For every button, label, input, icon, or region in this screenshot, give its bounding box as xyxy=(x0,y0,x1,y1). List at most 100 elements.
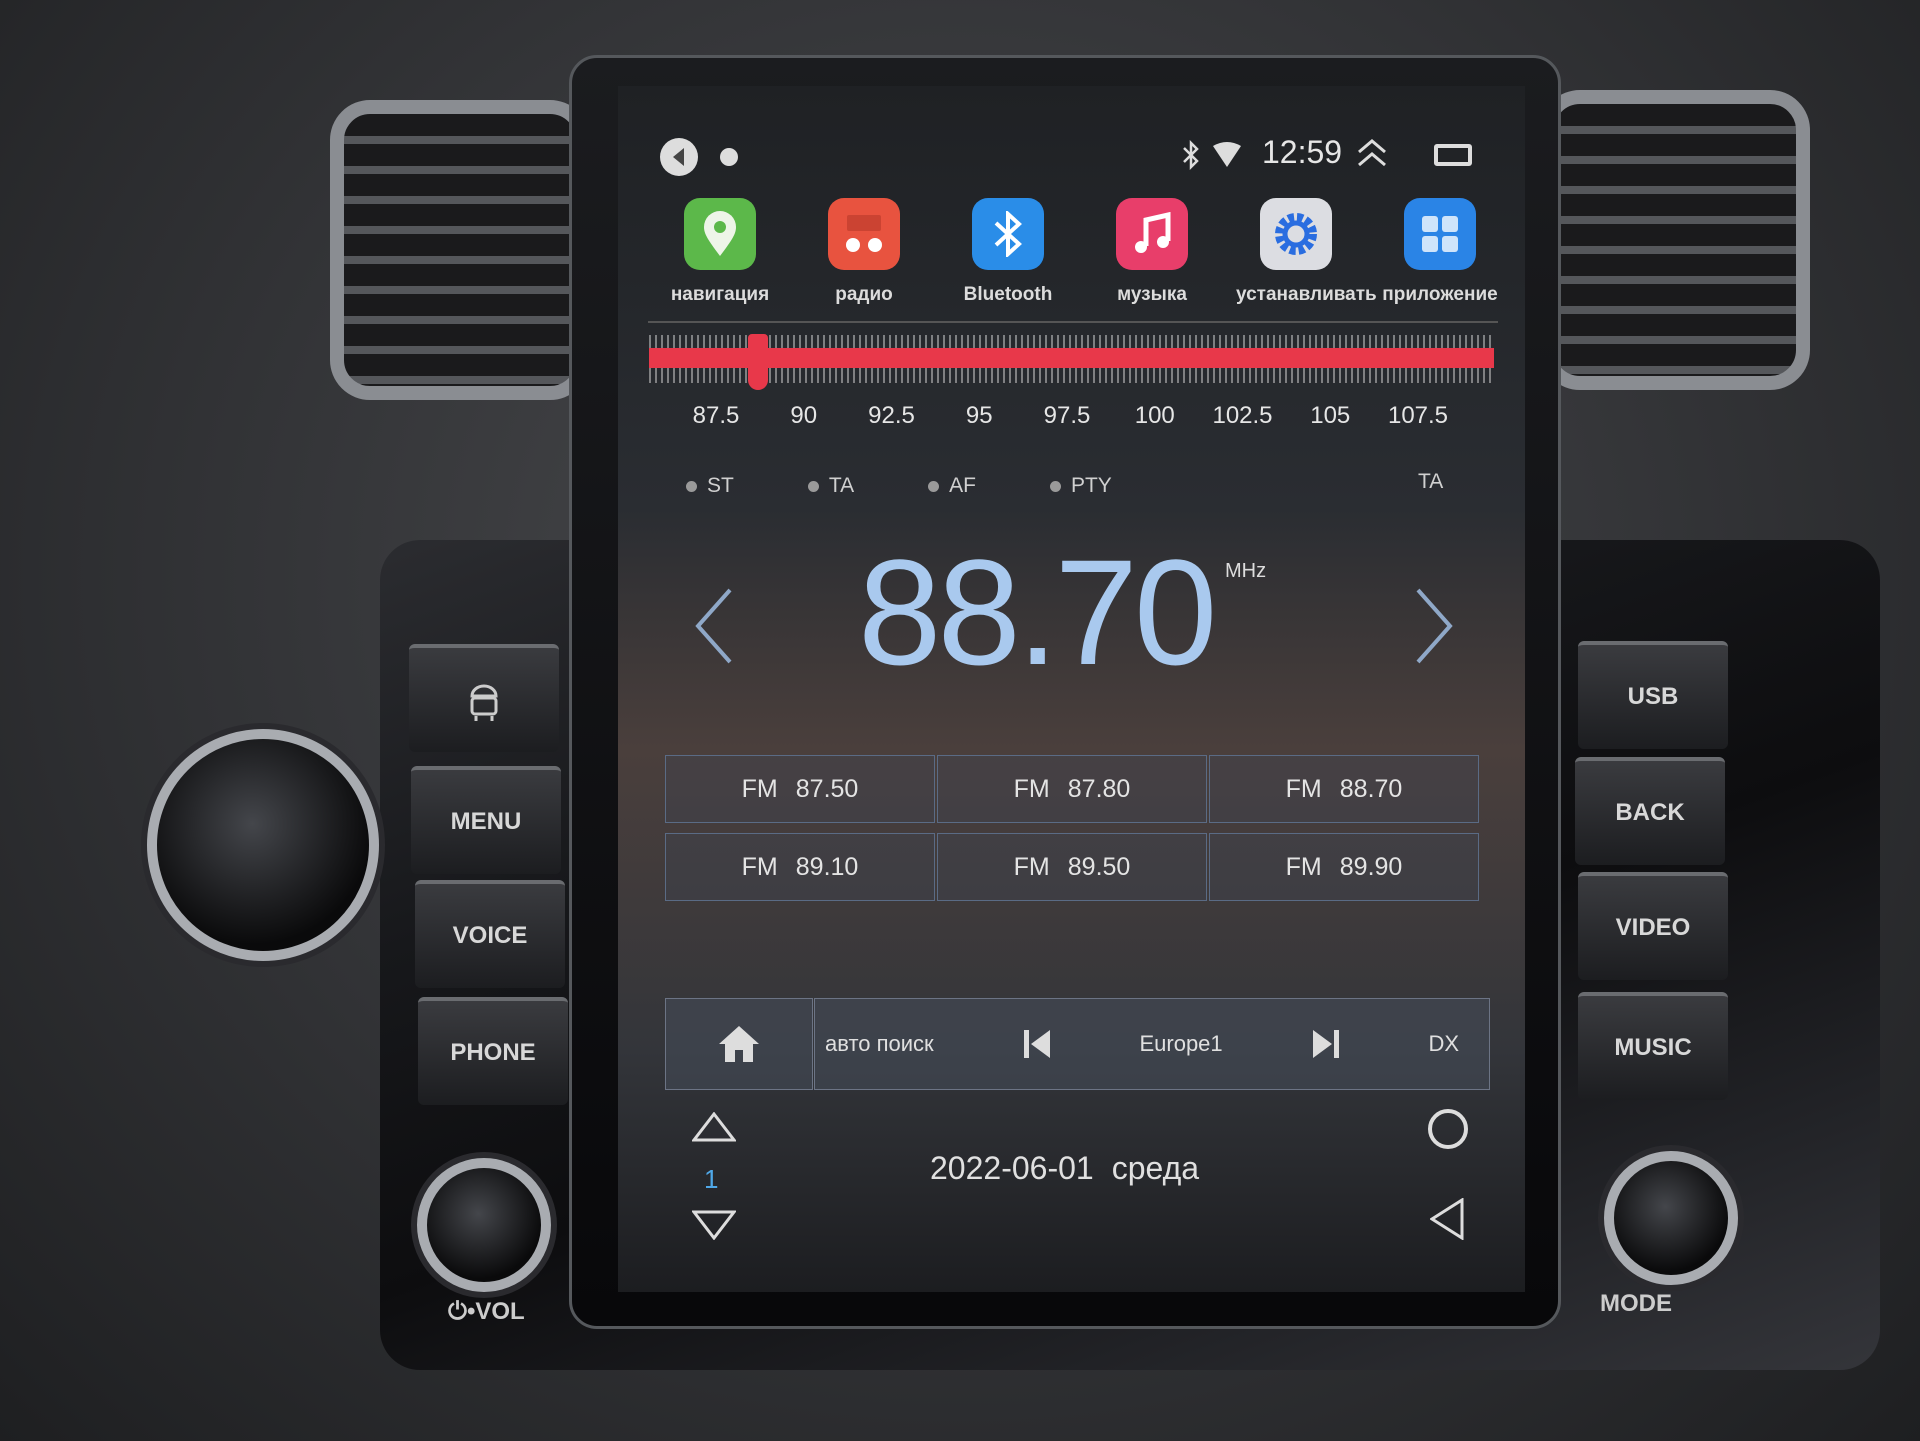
indicator-pty: PTY xyxy=(1049,474,1112,498)
tuner-handle[interactable] xyxy=(748,334,769,390)
skip-previous-icon[interactable] xyxy=(1022,1028,1052,1060)
preset-band: FM xyxy=(741,774,778,803)
music-label: MUSIC xyxy=(1614,1034,1692,1061)
preset-band: FM xyxy=(1013,774,1050,803)
mode-knob[interactable] xyxy=(1604,1151,1738,1285)
indicator-dot xyxy=(807,480,819,492)
page-down-icon[interactable] xyxy=(692,1210,736,1240)
wifi-icon xyxy=(1212,142,1242,168)
back-label: BACK xyxy=(1615,799,1685,826)
volume-knob[interactable] xyxy=(417,1158,551,1292)
control-bar: авто поиск Europe1 DX xyxy=(814,998,1490,1090)
bluetooth-icon xyxy=(972,198,1044,270)
app-row: навигация радио Bluetooth музыка устанавлива… xyxy=(660,198,1500,306)
app-label: Bluetooth xyxy=(963,284,1053,305)
indicator-label: PTY xyxy=(1070,474,1112,497)
date-display: 2022-06-01 среда xyxy=(930,1150,1199,1187)
indicator-dot xyxy=(686,480,697,492)
app-label: навигация xyxy=(670,284,770,305)
preset-band: FM xyxy=(741,852,778,881)
preset-button[interactable]: FM 89.10 xyxy=(665,833,935,901)
frequency-display: 88.70 xyxy=(858,528,1217,696)
indicator-dot xyxy=(928,480,940,492)
home-button[interactable] xyxy=(665,998,813,1090)
tuner-tick-label: 87.5 xyxy=(692,402,740,429)
dx-button[interactable]: DX xyxy=(1428,1031,1459,1057)
phone-label: PHONE xyxy=(450,1039,536,1066)
app-gear[interactable]: устанавливать xyxy=(1236,198,1377,306)
rds-indicators: ST TA AF PTY xyxy=(686,474,1112,498)
music-note-icon xyxy=(1116,198,1188,270)
preset-button[interactable]: FM 88.70 xyxy=(1209,755,1479,823)
frequency-unit: MHz xyxy=(1225,560,1267,582)
app-label: радио xyxy=(835,284,893,305)
back-triangle-icon[interactable] xyxy=(1430,1198,1464,1240)
indicator-af: AF xyxy=(928,474,976,498)
home-circle-icon[interactable] xyxy=(1428,1109,1468,1149)
voice-label: VOICE xyxy=(452,922,528,949)
voice-button[interactable]: VOICE xyxy=(415,880,565,988)
preset-frequency: 89.50 xyxy=(1067,852,1131,881)
bluetooth-icon xyxy=(1182,140,1200,170)
app-label: приложение xyxy=(1382,284,1498,305)
usb-button[interactable]: USB xyxy=(1578,641,1728,749)
app-grid[interactable]: приложение xyxy=(1380,198,1500,306)
indicator-label: ST xyxy=(707,474,734,497)
app-radio[interactable]: радио xyxy=(804,198,924,306)
weekday: среда xyxy=(1111,1150,1200,1186)
tuner-bar[interactable] xyxy=(649,348,1494,368)
back-button[interactable]: BACK xyxy=(1575,757,1725,865)
preset-button[interactable]: FM 89.50 xyxy=(937,833,1207,901)
indicator-label: AF xyxy=(949,474,976,497)
page-number: 1 xyxy=(704,1164,719,1194)
region-button[interactable]: Europe1 xyxy=(1139,1031,1222,1057)
preset-band: FM xyxy=(1285,774,1322,803)
tuner-tick-label: 105 xyxy=(1310,402,1351,429)
ta-label[interactable]: TA xyxy=(1418,470,1443,494)
tuner-tick-label: 92.5 xyxy=(868,402,915,429)
phone-button[interactable]: PHONE xyxy=(418,997,568,1105)
preset-button[interactable]: FM 87.80 xyxy=(937,755,1207,823)
app-bluetooth[interactable]: Bluetooth xyxy=(948,198,1068,306)
indicator-st: ST xyxy=(686,474,734,498)
mode-label: MODE xyxy=(1600,1290,1672,1317)
volume-icon[interactable] xyxy=(660,138,698,176)
page-up-icon[interactable] xyxy=(692,1112,736,1142)
auto-search-button[interactable]: авто поиск xyxy=(825,1031,934,1057)
divider xyxy=(648,321,1498,323)
radio-icon xyxy=(828,198,900,270)
android-icon xyxy=(464,678,504,722)
android-button[interactable] xyxy=(409,644,559,752)
grid-icon xyxy=(1404,198,1476,270)
prev-station-chevron-icon[interactable] xyxy=(694,586,734,666)
app-music-note[interactable]: музыка xyxy=(1092,198,1212,306)
menu-button[interactable]: MENU xyxy=(411,766,561,874)
skip-next-icon[interactable] xyxy=(1311,1028,1341,1060)
preset-band: FM xyxy=(1013,852,1050,881)
tuner-tick-label: 97.5 xyxy=(1043,402,1091,429)
map-pin-icon xyxy=(684,198,756,270)
music-button[interactable]: MUSIC xyxy=(1578,992,1728,1100)
usb-label: USB xyxy=(1627,683,1679,710)
rotary-knob[interactable] xyxy=(147,729,379,961)
indicator-ta: TA xyxy=(807,474,855,498)
dot-icon xyxy=(720,148,738,166)
chevron-up-double-icon[interactable] xyxy=(1356,138,1388,168)
preset-frequency: 89.10 xyxy=(795,852,859,881)
preset-band: FM xyxy=(1285,852,1322,881)
preset-frequency: 87.50 xyxy=(795,774,859,803)
screen: 12:59 навигация радио Bluetooth музыка устан… xyxy=(618,86,1525,1292)
recent-apps-icon[interactable] xyxy=(1434,144,1472,166)
indicator-label: TA xyxy=(828,474,855,497)
app-label: устанавливать xyxy=(1236,284,1377,305)
preset-frequency: 88.70 xyxy=(1339,774,1403,803)
preset-button[interactable]: FM 87.50 xyxy=(665,755,935,823)
video-label: VIDEO xyxy=(1615,914,1691,941)
app-map-pin[interactable]: навигация xyxy=(660,198,780,306)
next-station-chevron-icon[interactable] xyxy=(1414,586,1454,666)
tuner-tick-label: 102.5 xyxy=(1212,402,1273,429)
vol-label: ⏻•VOL xyxy=(448,1298,525,1325)
clock: 12:59 xyxy=(1262,134,1343,170)
preset-button[interactable]: FM 89.90 xyxy=(1209,833,1479,901)
video-button[interactable]: VIDEO xyxy=(1578,872,1728,980)
